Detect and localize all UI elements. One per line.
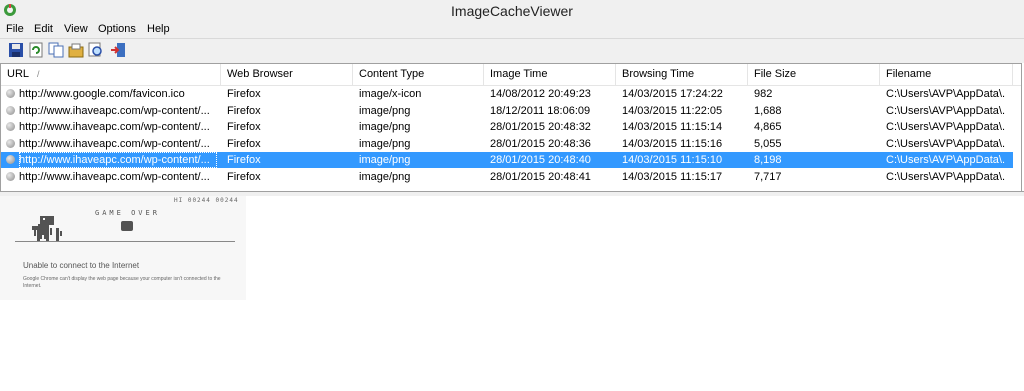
ground-line <box>15 241 235 242</box>
column-header-image-time[interactable]: Image Time <box>484 64 616 85</box>
cell-web-browser: Firefox <box>227 137 261 150</box>
table-row[interactable]: http://www.ihaveapc.com/wp-content/... Fi… <box>1 119 1013 135</box>
cell-web-browser: Firefox <box>227 170 261 183</box>
error-body: Google Chrome can't display the web page… <box>23 276 221 289</box>
sort-indicator-icon: / <box>37 69 40 79</box>
cell-image-time: 28/01/2015 20:48:40 <box>490 154 591 166</box>
find-icon[interactable] <box>88 42 104 58</box>
cell-file-size: 7,717 <box>754 170 782 183</box>
cell-filename: C:\Users\AVP\AppData\... <box>886 121 1006 133</box>
game-over-text: GAME OVER <box>95 209 160 217</box>
menu-bar: File Edit View Options Help <box>0 21 1024 38</box>
cell-file-size: 8,198 <box>754 154 782 166</box>
table-row[interactable]: http://www.ihaveapc.com/wp-content/... Fi… <box>1 152 1013 168</box>
cell-image-time: 28/01/2015 20:48:36 <box>490 137 591 150</box>
cell-filename: C:\Users\AVP\AppData\... <box>886 88 1006 100</box>
cell-url: http://www.ihaveapc.com/wp-content/... <box>19 121 210 133</box>
cell-content-type: image/png <box>359 121 411 133</box>
exit-icon[interactable] <box>110 42 126 58</box>
row-status-icon <box>6 171 15 181</box>
cell-web-browser: Firefox <box>227 154 261 166</box>
cell-file-size: 5,055 <box>754 137 782 150</box>
cell-content-type: image/png <box>359 154 411 166</box>
cell-url: http://www.ihaveapc.com/wp-content/... <box>19 104 210 117</box>
row-status-icon <box>6 89 15 98</box>
cell-image-time: 14/08/2012 20:49:23 <box>490 88 591 100</box>
column-header-filename[interactable]: Filename <box>880 64 1013 85</box>
copy-icon[interactable] <box>48 42 64 58</box>
cell-filename: C:\Users\AVP\AppData\... <box>886 104 1006 117</box>
cell-content-type: image/png <box>359 170 411 183</box>
cactus-icon <box>34 224 62 242</box>
table-row[interactable]: http://www.ihaveapc.com/wp-content/... Fi… <box>1 169 1013 185</box>
properties-icon[interactable] <box>68 42 84 58</box>
row-status-icon <box>6 105 15 115</box>
row-status-icon <box>6 138 15 148</box>
cell-browsing-time: 14/03/2015 11:15:16 <box>622 137 723 150</box>
refresh-icon[interactable] <box>28 42 44 58</box>
cell-file-size: 982 <box>754 88 773 100</box>
cell-file-size: 4,865 <box>754 121 782 133</box>
column-label: URL <box>7 68 30 80</box>
column-header-content-type[interactable]: Content Type <box>353 64 484 85</box>
menu-help[interactable]: Help <box>147 23 170 35</box>
menu-edit[interactable]: Edit <box>34 23 53 35</box>
list-header: URL / Web Browser Content Type Image Tim… <box>1 64 1021 86</box>
column-header-browsing-time[interactable]: Browsing Time <box>616 64 748 85</box>
cell-web-browser: Firefox <box>227 88 261 100</box>
column-header-file-size[interactable]: File Size <box>748 64 880 85</box>
image-preview-pane: HI 00244 00244 GAME OVER Unable to conne… <box>0 196 1024 391</box>
error-title: Unable to connect to the Internet <box>23 261 140 270</box>
game-score: HI 00244 00244 <box>174 197 239 204</box>
cell-url: http://www.google.com/favicon.ico <box>19 88 185 100</box>
save-icon[interactable] <box>8 42 24 58</box>
column-header-url[interactable]: URL / <box>1 64 221 85</box>
cache-list[interactable]: URL / Web Browser Content Type Image Tim… <box>0 63 1022 192</box>
cell-content-type: image/png <box>359 137 411 150</box>
cell-web-browser: Firefox <box>227 121 261 133</box>
cell-filename: C:\Users\AVP\AppData\... <box>886 154 1006 166</box>
row-status-icon <box>6 122 15 131</box>
cell-web-browser: Firefox <box>227 104 261 117</box>
cell-browsing-time: 14/03/2015 11:15:17 <box>622 170 723 183</box>
toolbar <box>0 38 1024 63</box>
cell-filename: C:\Users\AVP\AppData\... <box>886 170 1006 183</box>
window-title: ImageCacheViewer <box>451 3 573 19</box>
cell-filename: C:\Users\AVP\AppData\... <box>886 137 1006 150</box>
cell-url: http://www.ihaveapc.com/wp-content/... <box>19 170 210 183</box>
cell-image-time: 18/12/2011 18:06:09 <box>490 104 591 117</box>
cell-image-time: 28/01/2015 20:48:41 <box>490 170 591 183</box>
menu-view[interactable]: View <box>64 23 88 35</box>
table-row[interactable]: http://www.ihaveapc.com/wp-content/... Fi… <box>1 136 1013 152</box>
cell-content-type: image/x-icon <box>359 88 422 100</box>
menu-options[interactable]: Options <box>98 23 136 35</box>
menu-file[interactable]: File <box>6 23 24 35</box>
cell-file-size: 1,688 <box>754 104 782 117</box>
cell-browsing-time: 14/03/2015 11:15:14 <box>622 121 723 133</box>
cell-image-time: 28/01/2015 20:48:32 <box>490 121 591 133</box>
cell-browsing-time: 14/03/2015 17:24:22 <box>622 88 723 100</box>
preview-image: HI 00244 00244 GAME OVER Unable to conne… <box>0 196 246 300</box>
cell-url: http://www.ihaveapc.com/wp-content/... <box>19 154 210 166</box>
cell-url: http://www.ihaveapc.com/wp-content/... <box>19 137 210 150</box>
row-status-icon <box>6 155 15 164</box>
cell-content-type: image/png <box>359 104 411 117</box>
title-bar: ImageCacheViewer <box>0 0 1024 21</box>
restart-icon <box>121 221 133 231</box>
cell-browsing-time: 14/03/2015 11:15:10 <box>622 154 723 166</box>
cell-browsing-time: 14/03/2015 11:22:05 <box>622 104 723 117</box>
table-row[interactable]: http://www.ihaveapc.com/wp-content/... Fi… <box>1 103 1013 119</box>
column-header-web-browser[interactable]: Web Browser <box>221 64 353 85</box>
table-row[interactable]: http://www.google.com/favicon.ico Firefox… <box>1 86 1013 102</box>
